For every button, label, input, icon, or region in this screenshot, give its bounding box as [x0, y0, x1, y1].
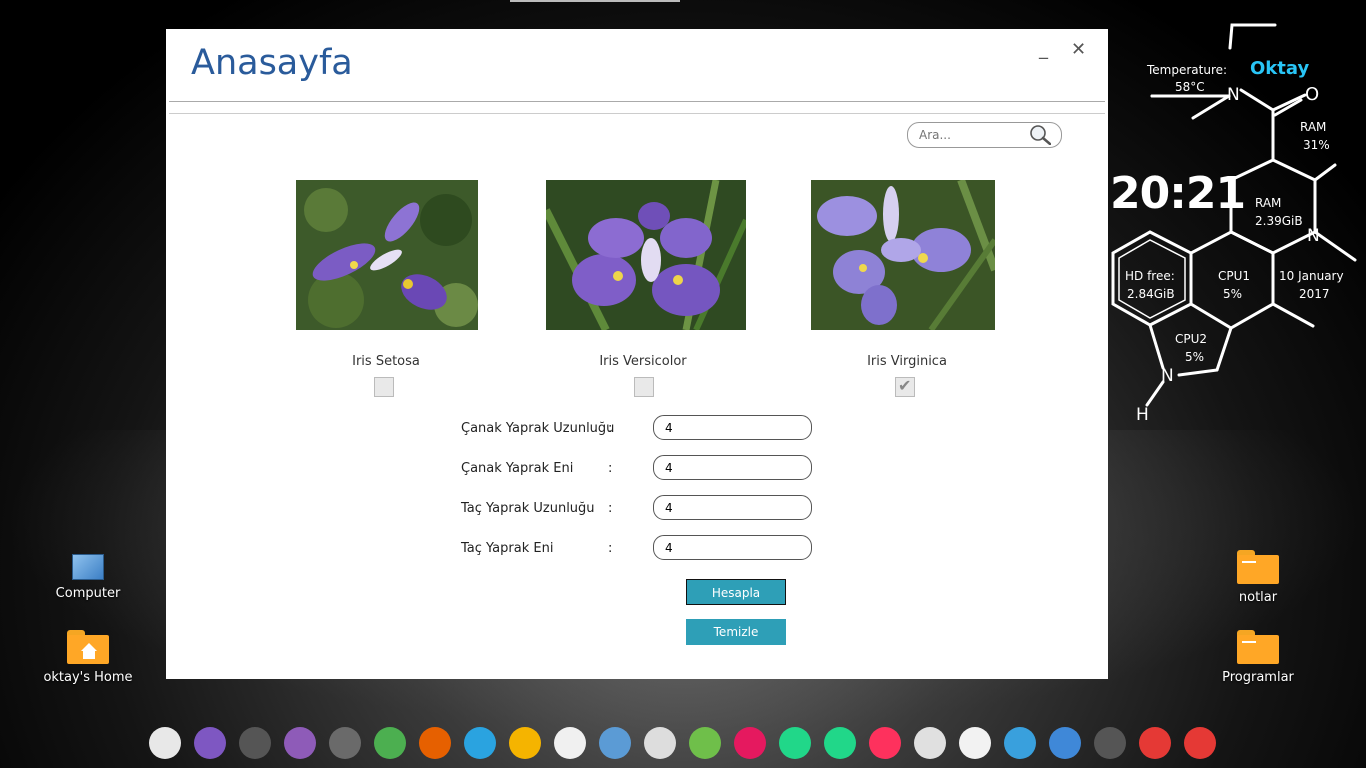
petal-width-input[interactable]	[663, 540, 797, 556]
iris-versicolor-image	[546, 180, 746, 330]
media-player-icon[interactable]	[509, 727, 541, 759]
iris-setosa-image	[296, 180, 478, 330]
trash-icon[interactable]	[1139, 727, 1171, 759]
sepal-width-input[interactable]	[663, 460, 797, 476]
intellij-icon[interactable]	[869, 727, 901, 759]
settings-toggle-icon[interactable]	[149, 727, 181, 759]
ram-percent-value: 31%	[1303, 138, 1330, 152]
telegram-icon[interactable]	[464, 727, 496, 759]
field-label-sepal-length: Çanak Yaprak Uzunluğu	[461, 421, 615, 436]
desktop-icon-programlar[interactable]: Programlar	[1198, 630, 1318, 685]
calculate-button[interactable]: Hesapla	[686, 579, 786, 605]
temperature-value: 58°C	[1175, 80, 1205, 94]
temperature-label: Temperature:	[1147, 63, 1228, 77]
cpu2-label: CPU2	[1175, 332, 1208, 346]
date-day: 10 January	[1279, 269, 1344, 283]
flower-name-versicolor: Iris Versicolor	[599, 354, 687, 369]
field-label-sepal-width: Çanak Yaprak Eni	[461, 461, 574, 476]
system-monitor-widget: Temperature: 58°C Oktay N O RAM 31% 20:2…	[1105, 20, 1366, 440]
field-colon: :	[608, 501, 613, 516]
android-studio-icon[interactable]	[689, 727, 721, 759]
title-divider-secondary	[169, 113, 1105, 114]
sepal-length-input[interactable]	[663, 420, 797, 436]
close-button[interactable]: ✕	[1071, 39, 1086, 60]
atom-n-top: N	[1227, 85, 1240, 105]
gesture-icon[interactable]	[644, 727, 676, 759]
desktop-icon-label: oktay's Home	[43, 670, 133, 685]
clock: 20:21	[1110, 168, 1246, 219]
desktop-icon-label: notlar	[1238, 590, 1278, 605]
desktop-icon-label: Programlar	[1222, 670, 1294, 685]
desktop-icon-computer[interactable]: Computer	[28, 548, 148, 601]
hd-free-label: HD free:	[1125, 269, 1175, 283]
iris-virginica-image	[811, 180, 995, 330]
atom-n-bottom: N	[1161, 366, 1174, 386]
top-edge-glint	[510, 0, 680, 2]
postgresql-icon[interactable]	[914, 727, 946, 759]
chrome-icon[interactable]	[374, 727, 406, 759]
files-icon[interactable]	[194, 727, 226, 759]
title-divider	[169, 101, 1105, 102]
field-label-petal-width: Taç Yaprak Eni	[461, 541, 554, 556]
clear-button[interactable]: Temizle	[686, 619, 786, 645]
flickr-icon[interactable]	[734, 727, 766, 759]
pycharm-ce-icon[interactable]	[824, 727, 856, 759]
calculator-icon[interactable]	[1004, 727, 1036, 759]
ghost-icon[interactable]	[959, 727, 991, 759]
flower-name-virginica: Iris Virginica	[867, 354, 947, 369]
minimize-button[interactable]: _	[1039, 39, 1048, 60]
app-grid-icon[interactable]	[1184, 727, 1216, 759]
eclipse-icon[interactable]	[554, 727, 586, 759]
petal-width-field[interactable]	[653, 535, 812, 560]
atom-o: O	[1305, 84, 1320, 105]
check-icon: ✔	[898, 376, 912, 395]
sepal-width-field[interactable]	[653, 455, 812, 480]
date-year: 2017	[1299, 287, 1330, 301]
checkbox-virginica[interactable]: ✔	[895, 376, 915, 397]
text-editor-icon[interactable]	[284, 727, 316, 759]
desktop-icon-notlar[interactable]: notlar	[1198, 550, 1318, 605]
pycharm-icon[interactable]	[779, 727, 811, 759]
search-input[interactable]	[917, 126, 1026, 144]
field-colon: :	[608, 541, 613, 556]
document-viewer-icon[interactable]	[1049, 727, 1081, 759]
flower-name-setosa: Iris Setosa	[352, 354, 420, 369]
screenshot-icon[interactable]	[1094, 727, 1126, 759]
ram-percent-label: RAM	[1300, 120, 1327, 134]
firefox-icon[interactable]	[419, 727, 451, 759]
field-label-petal-length: Taç Yaprak Uzunluğu	[461, 501, 595, 516]
hd-free-value: 2.84GiB	[1127, 287, 1175, 301]
field-colon: :	[608, 461, 613, 476]
desktop-icon-label: Computer	[55, 586, 121, 601]
virtualbox-icon[interactable]	[599, 727, 631, 759]
petal-length-input[interactable]	[663, 500, 797, 516]
cpu2-value: 5%	[1185, 350, 1205, 364]
computer-icon	[72, 554, 104, 580]
sepal-length-field[interactable]	[653, 415, 812, 440]
search-icon[interactable]	[1029, 125, 1052, 149]
page-title: Anasayfa	[191, 43, 353, 83]
desktop-icon-home[interactable]: oktay's Home	[28, 630, 148, 685]
checkbox-versicolor[interactable]	[634, 377, 654, 397]
sublime-icon[interactable]	[329, 727, 361, 759]
ram-used-label: RAM	[1255, 196, 1282, 210]
cpu1-value: 5%	[1223, 287, 1243, 301]
folder-icon	[1237, 550, 1279, 584]
checkbox-setosa[interactable]	[374, 377, 394, 397]
folder-icon	[1237, 630, 1279, 664]
ram-used-value: 2.39GiB	[1255, 214, 1303, 228]
user-name: Oktay	[1250, 58, 1310, 79]
home-folder-icon	[67, 630, 109, 664]
atom-n-right: N	[1307, 226, 1320, 246]
terminal-icon[interactable]	[239, 727, 271, 759]
cpu1-label: CPU1	[1218, 269, 1251, 283]
search-box[interactable]	[907, 122, 1062, 148]
petal-length-field[interactable]	[653, 495, 812, 520]
field-colon: :	[608, 421, 613, 436]
atom-h: H	[1136, 405, 1149, 425]
app-window: Anasayfa _ ✕ Ara... Iris Setosa Iris Ver…	[166, 29, 1108, 679]
molecule-structure	[1111, 23, 1357, 407]
